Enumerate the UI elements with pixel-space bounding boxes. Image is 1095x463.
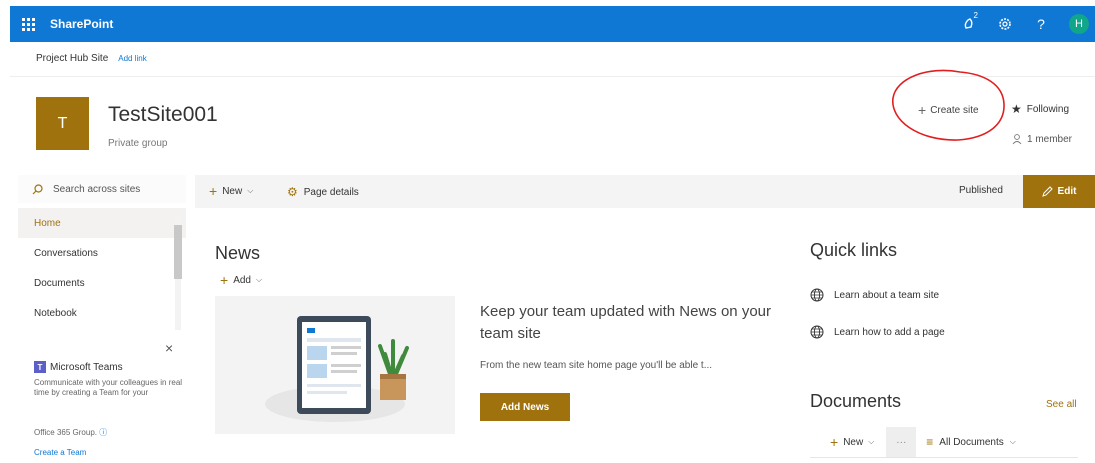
site-title[interactable]: TestSite001 — [108, 103, 218, 127]
star-icon: ★ — [1011, 102, 1022, 116]
nav-item-home[interactable]: Home — [18, 208, 186, 238]
news-add-button[interactable]: + Add ⌵ — [220, 272, 262, 288]
news-illustration — [215, 296, 455, 434]
quick-link-label: Learn about a team site — [834, 289, 940, 301]
globe-icon — [810, 325, 824, 339]
avatar: H — [1069, 14, 1089, 34]
teams-info-text: Office 365 Group. — [34, 428, 97, 437]
news-add-label: Add — [233, 274, 251, 286]
plus-icon: + — [209, 183, 218, 199]
news-heading: News — [215, 243, 261, 263]
settings-button[interactable] — [987, 6, 1023, 42]
search-input[interactable]: Search across sites — [18, 175, 186, 203]
following-label: Following — [1026, 103, 1070, 115]
hub-site-title[interactable]: Project Hub Site — [36, 53, 108, 64]
quick-link-label: Learn how to add a page — [834, 326, 945, 338]
left-navigation: Home Conversations Documents Notebook — [18, 208, 186, 328]
page-details-button[interactable]: ⚙ Page details — [287, 185, 359, 199]
teams-logo-icon: T — [34, 361, 46, 373]
news-promo-title: Keep your team updated with News on your… — [480, 303, 771, 342]
more-options-button[interactable]: ··· — [886, 427, 917, 457]
app-brand-link[interactable]: SharePoint — [50, 17, 113, 31]
edit-label: Edit — [1057, 186, 1077, 197]
documents-new-label: New — [843, 436, 864, 448]
view-selector[interactable]: ≡ All Documents ⌵ — [926, 435, 1016, 449]
notifications-button[interactable]: 2 — [951, 6, 987, 42]
edit-button[interactable]: Edit — [1023, 175, 1095, 208]
suite-bar: SharePoint 2 ? H — [10, 6, 1095, 42]
hub-navigation: Project Hub Site Add link — [36, 53, 147, 64]
hub-add-link[interactable]: Add link — [118, 54, 146, 63]
chevron-down-icon: ⌵ — [1009, 437, 1016, 446]
new-label: New — [222, 185, 243, 197]
info-icon[interactable]: ⓘ — [99, 428, 107, 437]
plus-icon: + — [918, 102, 927, 118]
documents-command-bar: + New ⌵ ··· ≡ All Documents ⌵ — [810, 427, 1085, 457]
pencil-icon — [1041, 186, 1053, 197]
quick-links-heading: Quick links — [810, 240, 898, 260]
command-bar: + New ⌵ ⚙ Page details Published Edit — [195, 175, 1095, 208]
page-details-label: Page details — [303, 186, 359, 198]
plus-icon: + — [830, 434, 839, 450]
create-team-link[interactable]: Create a Team — [34, 448, 86, 457]
published-status: Published — [959, 185, 1003, 196]
left-nav-scrollbar[interactable] — [172, 215, 182, 330]
list-view-icon: ≡ — [926, 435, 934, 449]
gear-icon — [999, 18, 1011, 30]
teams-promo-description: Communicate with your colleagues in real… — [34, 378, 183, 397]
documents-heading: Documents — [810, 391, 902, 411]
plus-icon: + — [220, 272, 229, 288]
members-button[interactable]: 1 member — [1012, 134, 1072, 145]
notification-count: 2 — [973, 11, 978, 20]
divider — [10, 76, 1095, 77]
create-site-button[interactable]: + Create site — [918, 102, 979, 118]
teams-promo-title: Microsoft Teams — [50, 361, 123, 373]
teams-promo-header: T Microsoft Teams — [34, 361, 123, 373]
see-all-link[interactable]: See all — [1046, 399, 1077, 410]
globe-icon — [810, 288, 824, 302]
nav-item-notebook[interactable]: Notebook — [18, 298, 186, 328]
view-label: All Documents — [939, 436, 1004, 448]
tablet-plant-illustration — [265, 316, 409, 422]
add-news-button[interactable]: Add News — [480, 393, 570, 421]
nav-item-documents[interactable]: Documents — [18, 268, 186, 298]
chevron-down-icon: ⌵ — [247, 186, 254, 195]
site-logo[interactable]: T — [36, 97, 89, 150]
person-icon — [1012, 134, 1022, 145]
create-site-label: Create site — [930, 104, 979, 116]
chevron-down-icon: ⌵ — [255, 275, 263, 284]
new-button[interactable]: + New ⌵ — [209, 183, 253, 199]
quick-link-item[interactable]: Learn how to add a page — [810, 325, 945, 339]
nav-item-conversations[interactable]: Conversations — [18, 238, 186, 268]
app-launcher-button[interactable] — [10, 6, 46, 42]
documents-new-button[interactable]: + New ⌵ — [830, 434, 874, 450]
search-icon — [32, 183, 43, 194]
help-icon: ? — [1037, 16, 1045, 32]
waffle-icon — [21, 17, 35, 31]
site-subtitle: Private group — [108, 138, 168, 149]
news-promo-description: From the new team site home page you'll … — [480, 360, 713, 371]
account-button[interactable]: H — [1059, 6, 1095, 42]
follow-button[interactable]: ★ Following — [1011, 102, 1069, 116]
help-button[interactable]: ? — [1023, 6, 1059, 42]
members-label: 1 member — [1027, 134, 1073, 145]
quick-link-item[interactable]: Learn about a team site — [810, 288, 939, 302]
gear-icon: ⚙ — [287, 185, 298, 199]
scrollbar-thumb[interactable] — [174, 225, 182, 279]
divider — [810, 457, 1078, 458]
search-placeholder: Search across sites — [53, 183, 141, 195]
teams-promo-info: Office 365 Group. ⓘ — [34, 427, 107, 438]
chevron-down-icon: ⌵ — [868, 437, 875, 446]
close-icon[interactable]: × — [165, 340, 173, 356]
